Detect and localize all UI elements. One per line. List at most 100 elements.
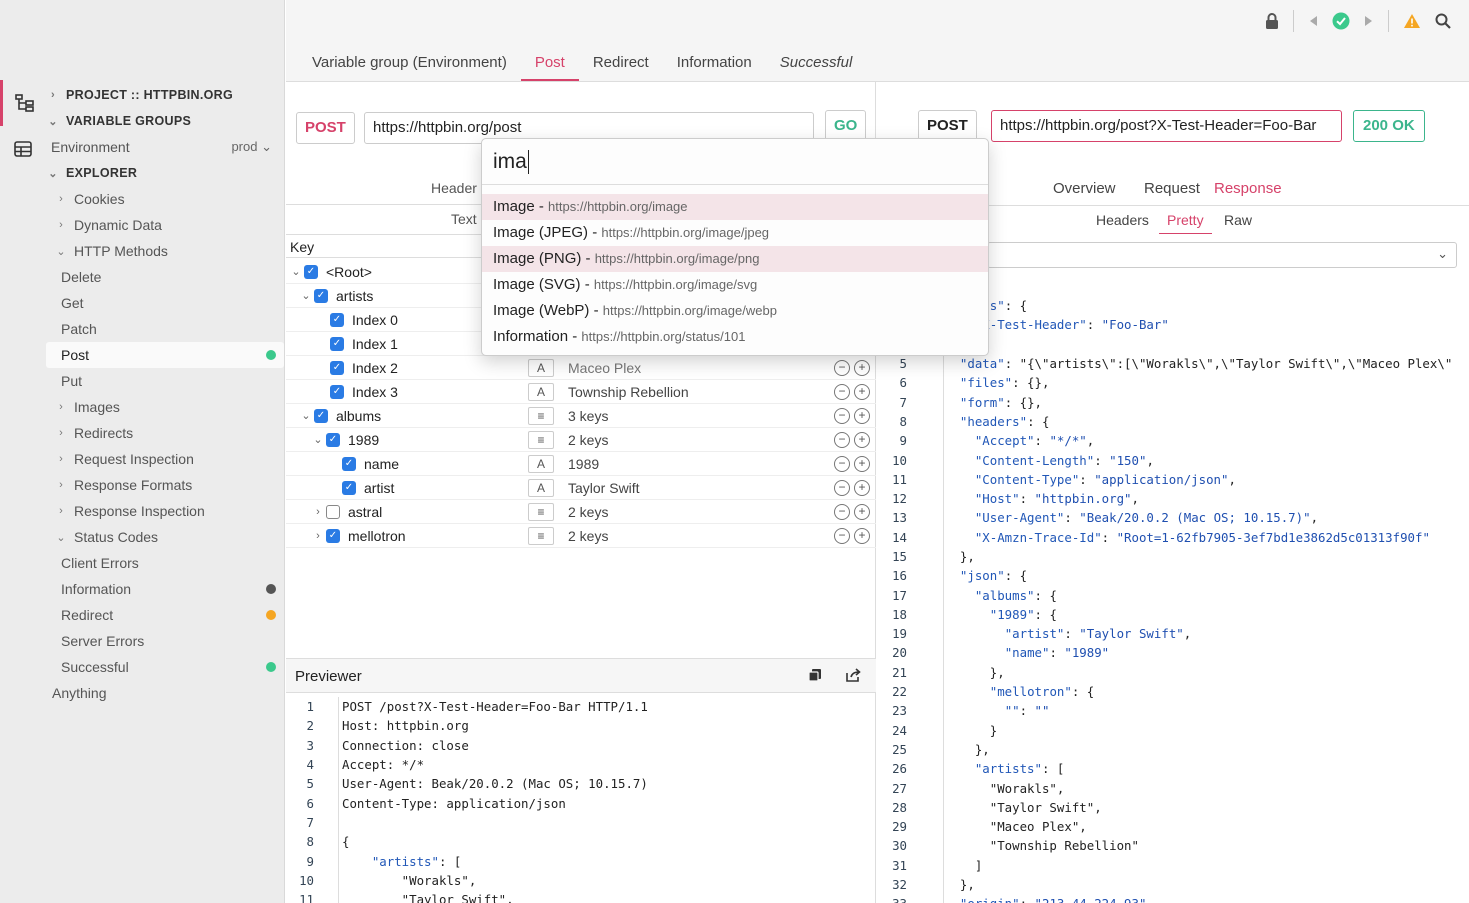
chevron-down-icon[interactable]: ⌄ bbox=[298, 409, 314, 422]
tree-row-index-3[interactable]: ✓ Index 3 A Township Rebellion − + bbox=[286, 380, 876, 404]
autocomplete-option[interactable]: Information - https://httpbin.org/status… bbox=[482, 324, 988, 350]
autocomplete-option[interactable]: Image (SVG) - https://httpbin.org/image/… bbox=[482, 272, 988, 298]
add-icon[interactable]: + bbox=[854, 431, 870, 448]
search-icon[interactable] bbox=[1435, 13, 1451, 29]
sidebar-item-client-errors[interactable]: Client Errors bbox=[46, 550, 284, 576]
success-check-icon[interactable] bbox=[1332, 12, 1350, 30]
checkbox[interactable] bbox=[326, 504, 340, 519]
share-icon[interactable] bbox=[846, 668, 861, 682]
tab-request[interactable]: Request bbox=[1144, 180, 1200, 197]
forward-arrow-icon[interactable] bbox=[1364, 15, 1374, 27]
add-icon[interactable]: + bbox=[854, 383, 870, 400]
sidebar-item-redirects[interactable]: › Redirects bbox=[46, 420, 284, 446]
subtab-pretty[interactable]: Pretty bbox=[1159, 212, 1212, 234]
remove-icon[interactable]: − bbox=[834, 527, 850, 544]
sidebar-item-status-codes[interactable]: ⌄ Status Codes bbox=[46, 524, 284, 550]
add-icon[interactable]: + bbox=[854, 479, 870, 496]
checkbox[interactable]: ✓ bbox=[326, 432, 340, 447]
row-value[interactable]: Maceo Plex bbox=[568, 360, 641, 376]
autocomplete-option[interactable]: Image (JPEG) - https://httpbin.org/image… bbox=[482, 220, 988, 246]
subtab-headers[interactable]: Headers bbox=[1096, 212, 1149, 228]
sidebar-item-put[interactable]: Put bbox=[46, 368, 284, 394]
row-value[interactable]: 1989 bbox=[568, 456, 599, 472]
sidebar-item-patch[interactable]: Patch bbox=[46, 316, 284, 342]
checkbox[interactable]: ✓ bbox=[304, 264, 318, 279]
sidebar-item-cookies[interactable]: › Cookies bbox=[46, 186, 284, 212]
tree-row-astral[interactable]: › astral ≡ 2 keys − + bbox=[286, 500, 876, 524]
tree-row-artist[interactable]: ✓ artist A Taylor Swift − + bbox=[286, 476, 876, 500]
add-icon[interactable]: + bbox=[854, 527, 870, 544]
checkbox[interactable]: ✓ bbox=[330, 384, 344, 399]
tab-response[interactable]: Response bbox=[1202, 180, 1294, 206]
text-type-icon[interactable]: A bbox=[528, 358, 554, 377]
warning-icon[interactable] bbox=[1403, 13, 1421, 29]
autocomplete-option[interactable]: Image (PNG) - https://httpbin.org/image/… bbox=[482, 246, 988, 272]
add-icon[interactable]: + bbox=[854, 359, 870, 376]
response-body-code[interactable]: "args": { "X-Test-Header": "Foo-Bar" },5… bbox=[877, 296, 1469, 903]
remove-icon[interactable]: − bbox=[834, 431, 850, 448]
sidebar-item-anything[interactable]: Anything bbox=[46, 680, 284, 706]
sidebar-item-http-methods[interactable]: ⌄ HTTP Methods bbox=[46, 238, 284, 264]
checkbox[interactable]: ✓ bbox=[330, 312, 344, 327]
lock-icon[interactable] bbox=[1265, 12, 1279, 30]
request-preview-code[interactable]: 1 POST /post?X-Test-Header=Foo-Bar HTTP/1… bbox=[286, 697, 864, 903]
chevron-down-icon[interactable]: ⌄ bbox=[288, 265, 304, 278]
row-value[interactable]: Township Rebellion bbox=[568, 384, 689, 400]
sidebar-item-response-formats[interactable]: › Response Formats bbox=[46, 472, 284, 498]
request-method-button[interactable]: POST bbox=[296, 112, 355, 144]
chevron-down-icon[interactable]: ⌄ bbox=[298, 289, 314, 302]
text-type-icon[interactable]: A bbox=[528, 454, 554, 473]
environment-select[interactable]: prod ⌄ bbox=[231, 139, 272, 155]
checkbox[interactable]: ✓ bbox=[314, 288, 328, 303]
tab-redirect[interactable]: Redirect bbox=[579, 44, 663, 81]
add-icon[interactable]: + bbox=[854, 407, 870, 424]
checkbox[interactable]: ✓ bbox=[330, 336, 344, 351]
back-arrow-icon[interactable] bbox=[1308, 15, 1318, 27]
remove-icon[interactable]: − bbox=[834, 359, 850, 376]
chevron-right-icon[interactable]: › bbox=[310, 506, 326, 518]
checkbox[interactable]: ✓ bbox=[342, 480, 356, 495]
sidebar-item-successful[interactable]: Successful bbox=[46, 654, 284, 680]
explorer-header[interactable]: ⌄ EXPLORER bbox=[46, 160, 284, 186]
sidebar-item-dynamic-data[interactable]: › Dynamic Data bbox=[46, 212, 284, 238]
sidebar-item-delete[interactable]: Delete bbox=[46, 264, 284, 290]
remove-icon[interactable]: − bbox=[834, 407, 850, 424]
autocomplete-option[interactable]: Image - https://httpbin.org/image bbox=[482, 194, 988, 220]
text-tab[interactable]: Text bbox=[451, 211, 477, 227]
variable-groups-header[interactable]: ⌄ VARIABLE GROUPS bbox=[46, 108, 284, 134]
add-icon[interactable]: + bbox=[854, 503, 870, 520]
sidebar-item-get[interactable]: Get bbox=[46, 290, 284, 316]
sidebar-item-redirect[interactable]: Redirect bbox=[46, 602, 284, 628]
add-icon[interactable]: + bbox=[854, 455, 870, 472]
remove-icon[interactable]: − bbox=[834, 479, 850, 496]
tree-row-name[interactable]: ✓ name A 1989 − + bbox=[286, 452, 876, 476]
object-type-icon[interactable]: ≡ bbox=[528, 526, 554, 545]
rail-variables[interactable] bbox=[0, 126, 46, 172]
text-type-icon[interactable]: A bbox=[528, 478, 554, 497]
response-filter-select[interactable]: ⌄ bbox=[987, 242, 1457, 268]
response-url-field[interactable]: https://httpbin.org/post?X-Test-Header=F… bbox=[991, 110, 1342, 142]
copy-icon[interactable] bbox=[808, 668, 822, 682]
tree-row-mellotron[interactable]: › ✓ mellotron ≡ 2 keys − + bbox=[286, 524, 876, 548]
subtab-raw[interactable]: Raw bbox=[1224, 212, 1252, 228]
object-type-icon[interactable]: ≡ bbox=[528, 430, 554, 449]
sidebar-item-post[interactable]: Post bbox=[46, 342, 284, 368]
tree-row-index-2[interactable]: ✓ Index 2 A Maceo Plex − + bbox=[286, 356, 876, 380]
tab-successful[interactable]: Successful bbox=[766, 44, 867, 81]
sidebar-item-images[interactable]: › Images bbox=[46, 394, 284, 420]
checkbox[interactable]: ✓ bbox=[330, 360, 344, 375]
remove-icon[interactable]: − bbox=[834, 503, 850, 520]
chevron-down-icon[interactable]: ⌄ bbox=[310, 433, 326, 446]
project-header[interactable]: › PROJECT :: HTTPBIN.ORG bbox=[46, 82, 284, 108]
object-type-icon[interactable]: ≡ bbox=[528, 406, 554, 425]
tab-overview[interactable]: Overview bbox=[1053, 180, 1116, 197]
object-type-icon[interactable]: ≡ bbox=[528, 502, 554, 521]
tab-variable-group[interactable]: Variable group (Environment) bbox=[298, 44, 521, 81]
row-value[interactable]: Taylor Swift bbox=[568, 480, 640, 496]
sidebar-item-server-errors[interactable]: Server Errors bbox=[46, 628, 284, 654]
chevron-right-icon[interactable]: › bbox=[310, 530, 326, 542]
checkbox[interactable]: ✓ bbox=[314, 408, 328, 423]
autocomplete-option[interactable]: Image (WebP) - https://httpbin.org/image… bbox=[482, 298, 988, 324]
tree-row-albums[interactable]: ⌄ ✓ albums ≡ 3 keys − + bbox=[286, 404, 876, 428]
text-type-icon[interactable]: A bbox=[528, 382, 554, 401]
